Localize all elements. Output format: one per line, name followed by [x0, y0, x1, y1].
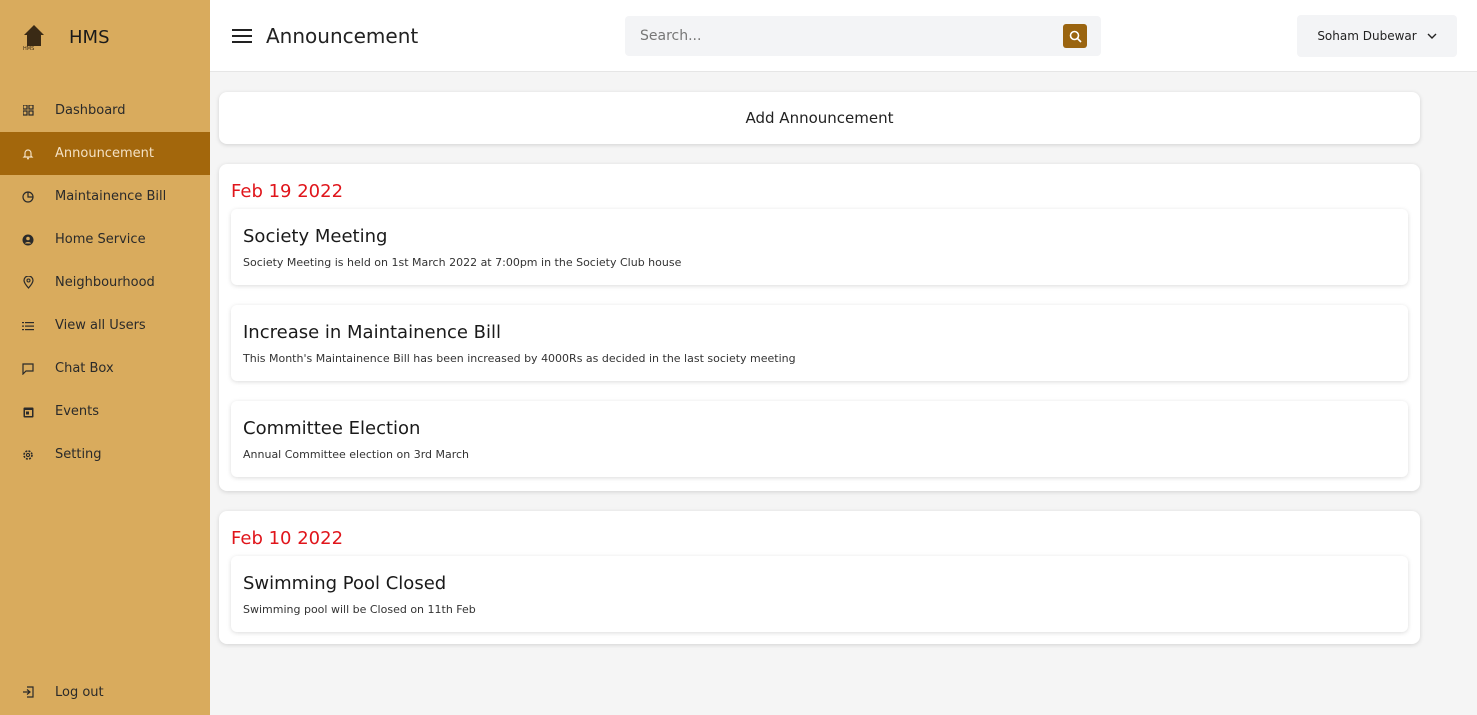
page-title: Announcement: [266, 23, 419, 48]
sidebar-item-view-all-users[interactable]: View all Users: [0, 304, 210, 347]
announcement-title: Increase in Maintainence Bill: [243, 322, 502, 343]
sidebar-item-label: Chat Box: [55, 361, 114, 376]
sidebar-item-label: Dashboard: [55, 103, 126, 118]
announcement-body: Swimming pool will be Closed on 11th Feb: [243, 603, 476, 616]
list-icon: [21, 319, 35, 333]
gear-icon: [21, 448, 35, 462]
announcement-body: Annual Committee election on 3rd March: [243, 448, 470, 461]
announcement-group: Feb 19 2022 Society Meeting Society Meet…: [219, 164, 1420, 491]
sidebar-item-maintainence-bill[interactable]: Maintainence Bill: [0, 175, 210, 218]
sidebar-nav: Dashboard Announcement Maintainence Bill…: [0, 89, 210, 476]
sidebar-item-label: Announcement: [55, 146, 154, 161]
app: HMS HMS Dashboard Announcement Maintaine…: [0, 0, 1477, 715]
top-header: Announcement Soham Dubewar: [210, 0, 1477, 72]
brand-name: HMS: [69, 27, 110, 48]
user-circle-icon: [21, 233, 35, 247]
logo-caption: HMS: [23, 45, 35, 52]
announcement-body: Society Meeting is held on 1st March 202…: [243, 256, 682, 269]
hms-logo-icon: HMS: [22, 23, 46, 53]
sidebar-item-dashboard[interactable]: Dashboard: [0, 89, 210, 132]
add-announcement-button[interactable]: Add Announcement: [219, 92, 1420, 144]
announcement-title: Committee Election: [243, 418, 421, 439]
search-bar: [625, 16, 1101, 56]
sidebar-item-label: Setting: [55, 447, 102, 462]
menu-toggle-icon[interactable]: [232, 28, 252, 43]
chevron-down-icon: [1427, 31, 1437, 42]
group-date: Feb 10 2022: [231, 528, 344, 549]
grid-icon: [21, 104, 35, 118]
search-input[interactable]: [625, 28, 1063, 44]
logout-label: Log out: [55, 684, 104, 700]
announcement-card[interactable]: Increase in Maintainence Bill This Month…: [231, 305, 1408, 381]
logout-icon: [21, 685, 35, 699]
calendar-icon: [21, 405, 35, 419]
group-date: Feb 19 2022: [231, 181, 344, 202]
location-pin-icon: [21, 276, 35, 290]
search-button[interactable]: [1063, 24, 1087, 48]
sidebar-item-label: View all Users: [55, 318, 146, 333]
sidebar-item-events[interactable]: Events: [0, 390, 210, 433]
sidebar-item-label: Home Service: [55, 232, 146, 247]
sidebar-item-announcement[interactable]: Announcement: [0, 132, 210, 175]
search-icon: [1069, 30, 1082, 43]
sidebar-item-neighbourhood[interactable]: Neighbourhood: [0, 261, 210, 304]
announcement-card[interactable]: Swimming Pool Closed Swimming pool will …: [231, 556, 1408, 632]
sidebar: HMS HMS Dashboard Announcement Maintaine…: [0, 0, 210, 715]
announcement-body: This Month's Maintainence Bill has been …: [243, 352, 796, 365]
pie-chart-icon: [21, 190, 35, 204]
sidebar-item-label: Events: [55, 404, 100, 419]
sidebar-item-setting[interactable]: Setting: [0, 433, 210, 476]
sidebar-item-chat-box[interactable]: Chat Box: [0, 347, 210, 390]
user-name: Soham Dubewar: [1317, 29, 1417, 43]
bell-icon: [21, 147, 35, 161]
announcement-title: Swimming Pool Closed: [243, 573, 447, 594]
sidebar-item-label: Neighbourhood: [55, 275, 155, 290]
brand[interactable]: HMS HMS: [0, 0, 210, 75]
main-content: Add Announcement Feb 19 2022 Society Mee…: [210, 72, 1477, 715]
chat-icon: [21, 362, 35, 376]
announcement-title: Society Meeting: [243, 226, 388, 247]
sidebar-item-label: Maintainence Bill: [55, 189, 167, 204]
logout-button[interactable]: Log out: [0, 677, 210, 707]
announcement-card[interactable]: Committee Election Annual Committee elec…: [231, 401, 1408, 477]
announcement-group: Feb 10 2022 Swimming Pool Closed Swimmin…: [219, 511, 1420, 644]
user-menu-dropdown[interactable]: Soham Dubewar: [1297, 15, 1457, 57]
sidebar-item-home-service[interactable]: Home Service: [0, 218, 210, 261]
announcement-card[interactable]: Society Meeting Society Meeting is held …: [231, 209, 1408, 285]
